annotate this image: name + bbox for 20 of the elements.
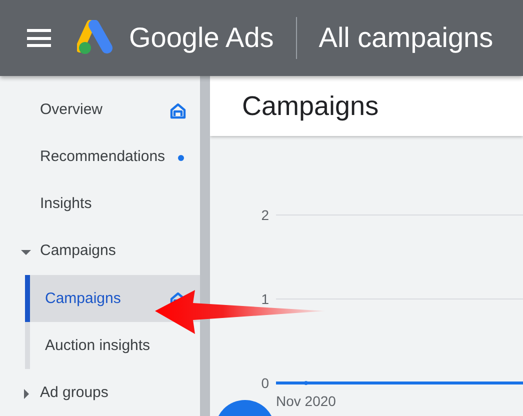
nav-item[interactable]: Insights	[0, 180, 200, 228]
axis-label: 0	[261, 375, 269, 391]
page-title: All campaigns	[318, 22, 494, 54]
nav-item[interactable]: Recommendations	[0, 133, 200, 180]
product-name: Google Ads	[129, 22, 274, 54]
home-icon	[170, 103, 186, 119]
page-heading: Campaigns	[242, 90, 379, 122]
caret-icon[interactable]	[24, 388, 29, 399]
logo-icon	[77, 20, 115, 56]
axis-label: 2	[261, 207, 269, 223]
data-point	[304, 381, 308, 385]
nav-item[interactable]: Ad groups	[0, 368, 200, 416]
axis-label: Nov 2020	[276, 393, 336, 409]
nav-item[interactable]: Overview	[0, 86, 200, 134]
caret-icon[interactable]	[21, 250, 31, 256]
menu-icon[interactable]	[27, 29, 51, 47]
scrollbar[interactable]	[200, 76, 210, 416]
axis-label: 1	[261, 291, 269, 307]
nav-item[interactable]: Campaigns	[0, 227, 200, 275]
status-dot	[178, 155, 184, 162]
